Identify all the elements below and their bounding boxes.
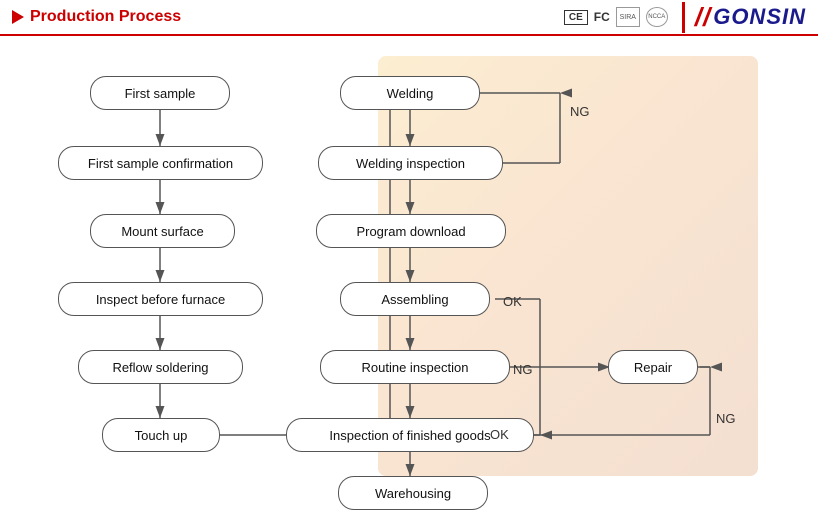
routine-inspection-box: Routine inspection — [320, 350, 510, 384]
brand-name: GONSIN — [713, 4, 806, 30]
page-title: Production Process — [30, 8, 181, 26]
mount-surface-box: Mount surface — [90, 214, 235, 248]
ce-cert: CE — [564, 10, 588, 25]
flowchart: First sample First sample confirmation M… — [30, 46, 790, 506]
header-left: Production Process — [12, 8, 181, 26]
warehousing-box: Warehousing — [338, 476, 488, 510]
header-right: CE FC SIRA NCCA // GONSIN — [564, 2, 806, 33]
ncca-cert: NCCA — [646, 7, 668, 27]
brand-logo: // GONSIN — [682, 2, 806, 33]
ok1-label: OK — [503, 294, 522, 309]
header: Production Process CE FC SIRA NCCA // GO… — [0, 0, 818, 36]
cert-icons: CE FC SIRA NCCA — [564, 7, 668, 27]
ok2-label: OK — [490, 427, 509, 442]
ng1-label: NG — [570, 104, 590, 119]
main-content: First sample First sample confirmation M… — [0, 36, 818, 511]
triangle-icon — [12, 10, 24, 24]
sira-cert: SIRA — [616, 7, 640, 27]
ng3-label: NG — [716, 411, 736, 426]
assembling-box: Assembling — [340, 282, 490, 316]
welding-box: Welding — [340, 76, 480, 110]
brand-slash: // — [695, 2, 711, 33]
first-sample-confirm-box: First sample confirmation — [58, 146, 263, 180]
reflow-soldering-box: Reflow soldering — [78, 350, 243, 384]
inspect-before-furnace-box: Inspect before furnace — [58, 282, 263, 316]
first-sample-box: First sample — [90, 76, 230, 110]
fc-cert: FC — [594, 10, 610, 24]
welding-inspection-box: Welding inspection — [318, 146, 503, 180]
ng2-label: NG — [513, 362, 533, 377]
touch-up-box: Touch up — [102, 418, 220, 452]
repair-box: Repair — [608, 350, 698, 384]
program-download-box: Program download — [316, 214, 506, 248]
